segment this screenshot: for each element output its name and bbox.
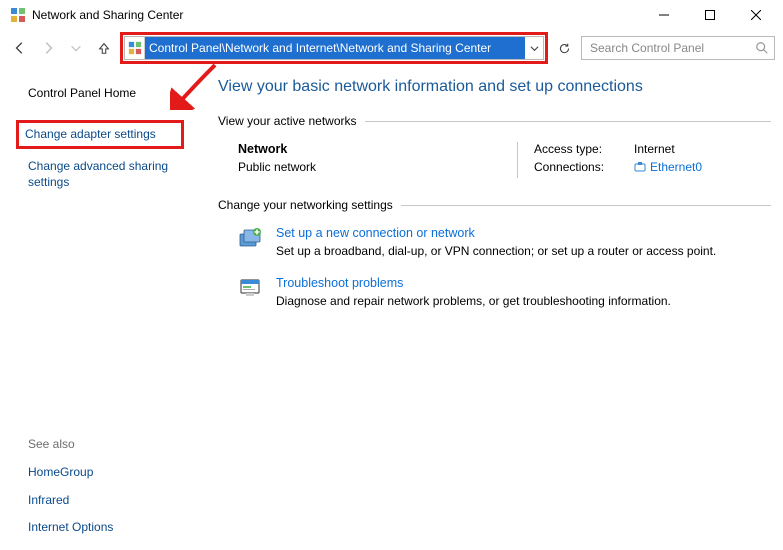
app-icon — [10, 7, 26, 23]
forward-button[interactable] — [36, 36, 60, 60]
troubleshoot-icon — [238, 276, 262, 300]
maximize-button[interactable] — [687, 0, 733, 30]
active-networks-header: View your active networks — [218, 114, 357, 128]
divider — [401, 205, 771, 206]
connection-name: Ethernet0 — [650, 160, 702, 174]
refresh-button[interactable] — [552, 36, 576, 60]
address-dropdown[interactable] — [525, 37, 543, 59]
see-also-infrared[interactable]: Infrared — [28, 487, 194, 515]
access-type-label: Access type: — [534, 142, 614, 156]
access-type-value: Internet — [634, 142, 675, 156]
troubleshoot-link[interactable]: Troubleshoot problems — [276, 276, 671, 290]
adapter-settings-highlight: Change adapter settings — [16, 120, 184, 150]
minimize-button[interactable] — [641, 0, 687, 30]
settings-header: Change your networking settings — [218, 198, 393, 212]
back-button[interactable] — [8, 36, 32, 60]
search-input[interactable] — [581, 36, 775, 60]
setup-connection-desc: Set up a broadband, dial-up, or VPN conn… — [276, 244, 716, 258]
connections-label: Connections: — [534, 160, 614, 174]
up-button[interactable] — [92, 36, 116, 60]
connection-link[interactable]: Ethernet0 — [634, 160, 702, 174]
network-name: Network — [238, 142, 507, 156]
close-button[interactable] — [733, 0, 779, 30]
nic-icon — [634, 161, 646, 173]
divider — [365, 121, 771, 122]
new-connection-icon — [238, 226, 262, 250]
network-type: Public network — [238, 160, 507, 174]
page-heading: View your basic network information and … — [218, 78, 771, 96]
search-icon — [755, 41, 769, 55]
setup-connection-link[interactable]: Set up a new connection or network — [276, 226, 716, 240]
change-adapter-settings-link[interactable]: Change adapter settings — [25, 127, 175, 143]
address-bar[interactable] — [145, 37, 525, 59]
window-title: Network and Sharing Center — [32, 8, 641, 22]
see-also-internet-options[interactable]: Internet Options — [28, 514, 194, 542]
troubleshoot-desc: Diagnose and repair network problems, or… — [276, 294, 671, 308]
see-also-homegroup[interactable]: HomeGroup — [28, 459, 194, 487]
control-panel-home-link[interactable]: Control Panel Home — [28, 82, 194, 106]
recent-dropdown[interactable] — [64, 36, 88, 60]
control-panel-icon — [125, 37, 145, 59]
change-advanced-sharing-link[interactable]: Change advanced sharing settings — [28, 155, 178, 194]
see-also-header: See also — [28, 437, 194, 451]
